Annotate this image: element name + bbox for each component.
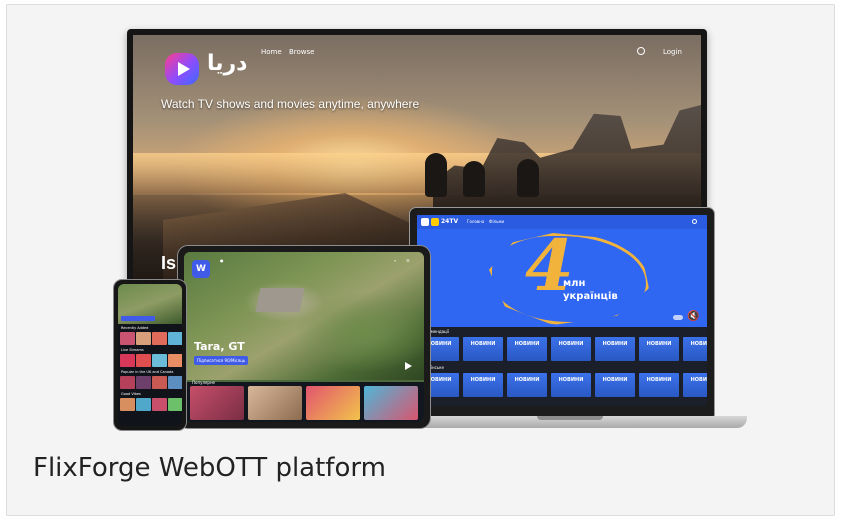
content-card[interactable] <box>136 354 151 367</box>
logo-square-icon[interactable] <box>421 218 429 226</box>
content-card[interactable] <box>136 376 151 389</box>
headline-line-2: українців <box>563 291 618 302</box>
tablet-nav-dot[interactable]: ● <box>220 258 224 263</box>
laptop-notch <box>537 416 603 420</box>
content-tile[interactable]: НОВИНИ <box>507 373 547 397</box>
content-card[interactable] <box>120 354 135 367</box>
content-card[interactable] <box>168 354 182 367</box>
content-card[interactable] <box>168 332 182 345</box>
menu-icon[interactable]: ☰ <box>406 258 410 263</box>
tv-brand-name: دریا <box>207 51 248 76</box>
content-card[interactable] <box>120 398 135 411</box>
subscribe-button[interactable]: Підписатися 90/Місяць <box>194 356 249 365</box>
logo-square-icon[interactable] <box>431 218 439 226</box>
content-tile[interactable]: НОВИНИ <box>551 337 591 361</box>
login-link[interactable]: Login <box>663 48 682 56</box>
tablet-screen: W ● ⌕ ☰ Tara, GT Підписатися 90/Місяць П… <box>184 252 424 422</box>
card: دریا Home Browse Login Watch TV shows an… <box>6 4 835 516</box>
laptop-brand: 24TV <box>441 218 459 225</box>
row-label: Recently Added <box>121 326 149 330</box>
tablet-title: Tara, GT <box>194 340 245 353</box>
tablet-device: W ● ⌕ ☰ Tara, GT Підписатися 90/Місяць П… <box>177 245 431 429</box>
content-card[interactable] <box>168 398 182 411</box>
search-icon[interactable] <box>637 47 645 55</box>
content-tile[interactable]: НОВИНИ <box>507 337 547 361</box>
content-card[interactable] <box>136 398 151 411</box>
cloud-icon <box>673 315 683 320</box>
tv-scene-person <box>425 153 447 197</box>
content-tile[interactable]: НОВИНИ <box>595 337 635 361</box>
laptop-device: 24TV Головна Фільми 4 млн українців 🔇 Ре… <box>409 207 715 417</box>
content-card[interactable] <box>152 398 167 411</box>
laptop-screen: 24TV Головна Фільми 4 млн українців 🔇 Ре… <box>417 215 707 406</box>
content-tile[interactable]: НОВИНИ <box>595 373 635 397</box>
tv-title: Is <box>161 253 177 273</box>
content-tile[interactable]: НОВИНИ <box>463 337 503 361</box>
row-label: Popular in the UK and Canada <box>121 370 174 374</box>
content-card[interactable] <box>120 332 135 345</box>
content-card[interactable] <box>136 332 151 345</box>
content-card[interactable] <box>152 354 167 367</box>
caption: FlixForge WebOTT platform <box>33 453 386 483</box>
phone-device: Recently Added Live Streams Popular in t… <box>113 279 187 431</box>
tv-scene-person <box>463 161 485 197</box>
tv-scene-person <box>517 159 539 197</box>
content-card[interactable] <box>120 376 135 389</box>
row-label: Good Vibes <box>121 392 141 396</box>
content-tile[interactable]: НОВИНИ <box>683 373 707 397</box>
row-label: Live Streams <box>121 348 144 352</box>
subscribe-button[interactable] <box>121 316 155 321</box>
content-card[interactable] <box>168 376 182 389</box>
content-card[interactable] <box>190 386 244 420</box>
nav-home[interactable]: Home <box>261 48 282 56</box>
nav-home[interactable]: Головна <box>467 219 484 224</box>
content-card[interactable] <box>364 386 418 420</box>
phone-screen: Recently Added Live Streams Popular in t… <box>118 284 182 426</box>
tv-tagline: Watch TV shows and movies anytime, anywh… <box>161 97 420 111</box>
content-tile[interactable]: НОВИНИ <box>639 373 679 397</box>
search-icon[interactable] <box>692 219 697 224</box>
headline-line-1: млн <box>563 278 586 289</box>
nav-browse[interactable]: Browse <box>289 48 315 56</box>
content-card[interactable] <box>152 376 167 389</box>
content-tile[interactable]: НОВИНИ <box>683 337 707 361</box>
play-icon[interactable] <box>405 362 412 370</box>
content-card[interactable] <box>152 332 167 345</box>
search-icon[interactable]: ⌕ <box>394 258 396 263</box>
content-card[interactable] <box>306 386 360 420</box>
content-card[interactable] <box>248 386 302 420</box>
content-tile[interactable]: НОВИНИ <box>551 373 591 397</box>
nav-movies[interactable]: Фільми <box>489 219 504 224</box>
row-label: Популярне <box>192 380 216 385</box>
tablet-hero-house <box>255 288 305 312</box>
content-rows: Рекомендації НОВИНИ НОВИНИ НОВИНИ НОВИНИ… <box>417 327 707 406</box>
content-tile[interactable]: НОВИНИ <box>639 337 679 361</box>
content-tile[interactable]: НОВИНИ <box>463 373 503 397</box>
mute-icon[interactable]: 🔇 <box>687 311 699 322</box>
tablet-logo[interactable]: W <box>192 260 210 278</box>
brand-logo-icon[interactable] <box>165 53 199 85</box>
